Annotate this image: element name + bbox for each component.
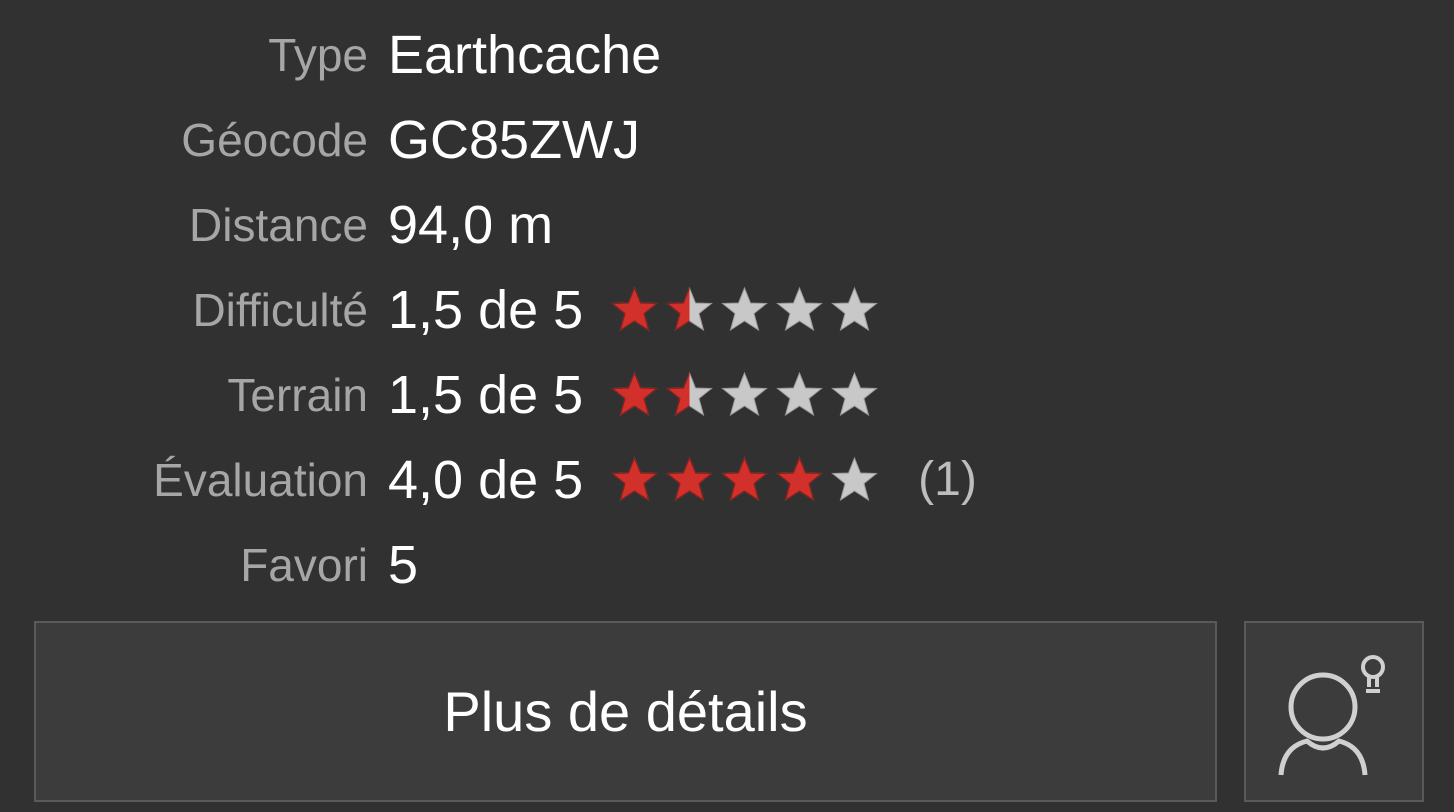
row-type: Type Earthcache (0, 12, 1454, 97)
difficulty-value: 1,5 de 5 (388, 279, 584, 340)
row-geocode: Géocode GC85ZWJ (0, 97, 1454, 182)
row-rating: Évaluation 4,0 de 5 (1) (0, 437, 1454, 522)
favorite-value: 5 (388, 534, 419, 595)
star-empty-icon (831, 286, 879, 331)
more-details-button[interactable]: Plus de détails (34, 621, 1217, 802)
row-difficulty: Difficulté 1,5 de 5 (0, 267, 1454, 352)
star-filled-icon (611, 371, 659, 416)
favorite-label: Favori (240, 538, 368, 591)
rating-label: Évaluation (153, 453, 368, 506)
rating-count: (1) (918, 453, 977, 506)
star-half-icon (666, 286, 714, 331)
star-half-icon (666, 371, 714, 416)
terrain-label: Terrain (227, 368, 368, 421)
terrain-value: 1,5 de 5 (388, 364, 584, 425)
difficulty-label: Difficulté (192, 283, 368, 336)
star-filled-icon (666, 456, 714, 501)
row-terrain: Terrain 1,5 de 5 (0, 352, 1454, 437)
star-filled-icon (611, 456, 659, 501)
star-empty-icon (721, 286, 769, 331)
rating-value: 4,0 de 5 (388, 449, 584, 510)
star-empty-icon (831, 371, 879, 416)
row-distance: Distance 94,0 m (0, 182, 1454, 267)
star-empty-icon (721, 371, 769, 416)
row-favorite: Favori 5 (0, 522, 1454, 607)
cache-details: Type Earthcache Géocode GC85ZWJ Distance… (0, 12, 1454, 607)
person-lightbulb-icon (1278, 654, 1385, 775)
geocode-value: GC85ZWJ (388, 109, 641, 170)
star-empty-icon (831, 456, 879, 501)
terrain-stars (609, 371, 880, 419)
star-filled-icon (611, 286, 659, 331)
star-empty-icon (776, 371, 824, 416)
distance-value: 94,0 m (388, 194, 554, 255)
type-value: Earthcache (388, 24, 662, 85)
star-filled-icon (776, 456, 824, 501)
distance-label: Distance (189, 198, 368, 251)
star-filled-icon (721, 456, 769, 501)
star-empty-icon (776, 286, 824, 331)
difficulty-stars (609, 286, 880, 334)
hint-button[interactable] (1244, 621, 1424, 802)
type-label: Type (268, 28, 368, 81)
rating-stars (609, 456, 880, 504)
geocode-label: Géocode (181, 113, 368, 166)
